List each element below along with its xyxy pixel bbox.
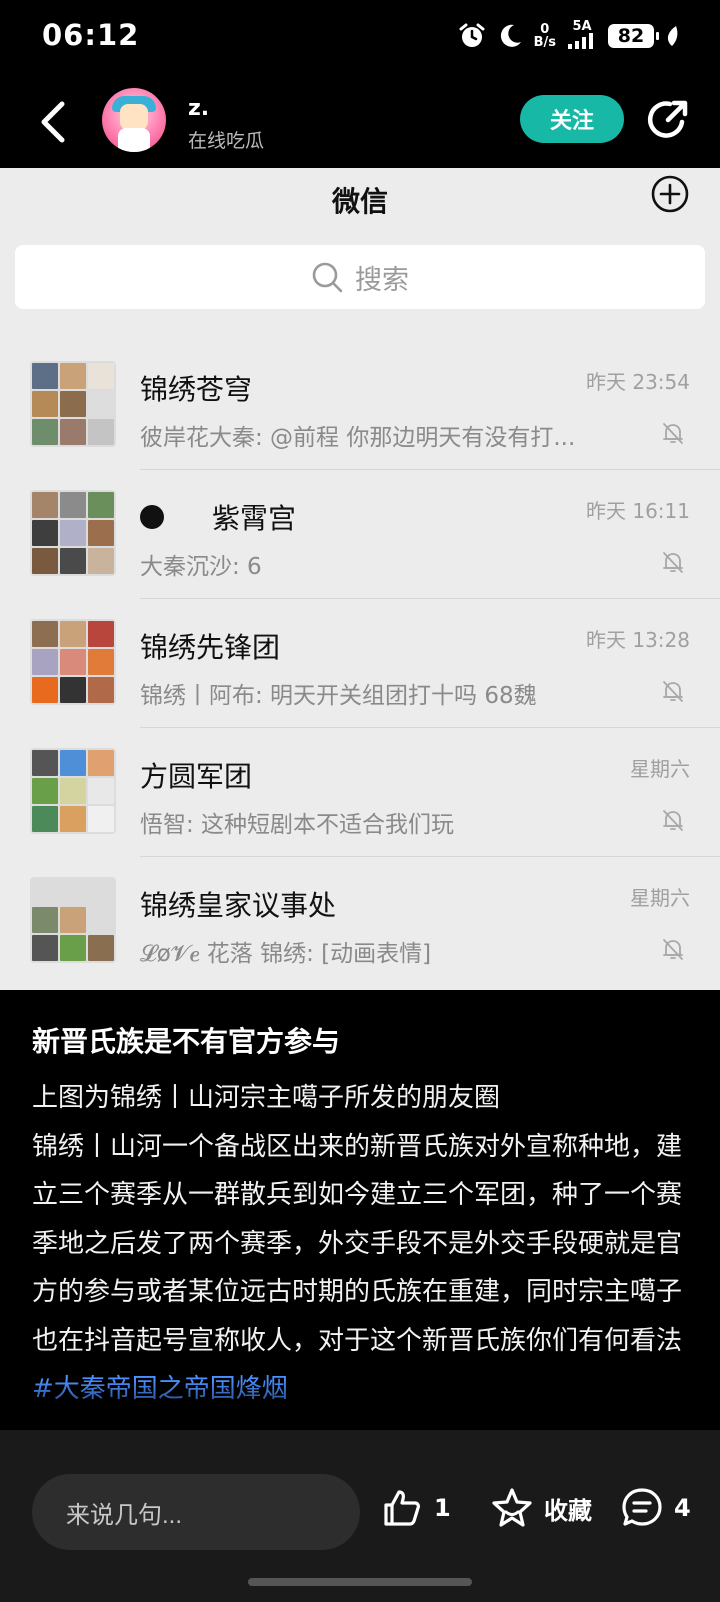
group-avatar — [30, 619, 116, 705]
chat-time: 昨天 13:28 — [586, 628, 690, 652]
post-header: z. 在线吃瓜 关注 — [0, 78, 720, 168]
moon-icon — [500, 24, 521, 47]
chat-row: 锦绣皇家议事处 𝓛ø𝓥𝒆 花落 锦绣: [动画表情] 星期六 — [0, 854, 720, 986]
chat-preview: 𝓛ø𝓥𝒆 花落 锦绣: [动画表情] — [140, 941, 432, 967]
chat-time: 昨天 23:54 — [586, 370, 690, 394]
chat-name: 锦绣皇家议事处 — [140, 884, 336, 924]
comment-count: 4 — [674, 1494, 691, 1522]
net-speed-unit: B/s — [533, 35, 556, 50]
post-title: 新晋氏族是不有官方参与 — [32, 1025, 341, 1058]
post-body: 新晋氏族是不有官方参与 上图为锦绣丨山河宗主噶子所发的朋友圈 锦绣丨山河一个备战… — [32, 1022, 692, 1414]
group-avatar — [30, 361, 116, 447]
chat-name: 锦绣苍穹 — [140, 368, 252, 408]
bell-off-icon — [663, 423, 683, 444]
bell-off-icon — [663, 810, 683, 831]
chat-time: 星期六 — [630, 757, 690, 781]
status-dot-icon — [140, 505, 164, 529]
net-speed: 0 B/s — [534, 23, 556, 49]
favorite-button[interactable]: 收藏 — [490, 1486, 592, 1530]
status-icons: 0 B/s 5A 82 — [458, 20, 680, 52]
alarm-icon — [459, 23, 485, 47]
follow-button[interactable]: 关注 — [520, 95, 624, 143]
status-time: 06:12 — [42, 18, 140, 52]
chat-row: 紫霄宫大秦沉沙: 6 昨天 16:11 — [0, 467, 720, 599]
thumbs-up-icon — [384, 1490, 420, 1526]
like-button[interactable]: 1 — [380, 1486, 451, 1530]
comment-input[interactable]: 来说几句... — [32, 1474, 360, 1550]
text-fade — [0, 1380, 720, 1430]
chat-row: 方圆军团悟智: 这种短剧本不适合我们玩 星期六 — [0, 725, 720, 857]
bell-off-icon — [663, 552, 683, 573]
wechat-search-bar: 搜索 — [15, 245, 705, 309]
bell-off-icon — [663, 939, 683, 960]
chat-preview: 锦绣丨阿布: 明天开关组团打十吗 68魏 — [140, 683, 537, 709]
post-text-content: 上图为锦绣丨山河宗主噶子所发的朋友圈 锦绣丨山河一个备战区出来的新晋氏族对外宣称… — [32, 1083, 683, 1356]
network-type: 5A — [566, 20, 598, 52]
chat-name-text: 紫霄宫 — [212, 502, 297, 535]
bottom-action-bar: 来说几句... 1 收藏 4 — [0, 1430, 720, 1602]
user-status: 在线吃瓜 — [188, 130, 265, 152]
user-name[interactable]: z. — [188, 96, 209, 121]
chat-name: 方圆军团 — [140, 755, 252, 795]
bell-off-icon — [663, 681, 683, 702]
search-placeholder: 搜索 — [355, 264, 409, 296]
battery-icon: 82 — [608, 24, 659, 48]
comment-icon — [622, 1488, 662, 1526]
chat-name: 锦绣先锋团 — [140, 626, 280, 666]
post-text: 上图为锦绣丨山河宗主噶子所发的朋友圈 锦绣丨山河一个备战区出来的新晋氏族对外宣称… — [32, 1074, 692, 1414]
wechat-title: 微信 — [331, 185, 388, 218]
chat-time: 星期六 — [630, 886, 690, 910]
chat-name-text: 方圆军团 — [140, 760, 253, 793]
group-avatar — [30, 877, 116, 963]
post-image[interactable]: 微信 搜索 锦绣苍穹彼岸花大秦: @前程 你那边明天有没有打... 昨天 23:5… — [0, 168, 720, 990]
chat-preview: 大秦沉沙: 6 — [140, 554, 262, 580]
search-icon — [312, 262, 343, 293]
like-count: 1 — [434, 1494, 451, 1522]
network-label: 5A — [572, 19, 592, 34]
home-indicator[interactable] — [248, 1578, 472, 1586]
chat-name-text: 锦绣苍穹 — [140, 373, 253, 406]
chevron-left-icon[interactable] — [38, 100, 68, 144]
chat-row: 锦绣先锋团锦绣丨阿布: 明天开关组团打十吗 68魏 昨天 13:28 — [0, 596, 720, 728]
chat-name: 紫霄宫 — [140, 497, 296, 537]
signal-icon — [568, 33, 593, 49]
chat-preview: 悟智: 这种短剧本不适合我们玩 — [140, 812, 455, 838]
group-avatar — [30, 490, 116, 576]
group-avatar — [30, 748, 116, 834]
chat-preview: 彼岸花大秦: @前程 你那边明天有没有打... — [140, 425, 576, 451]
status-bar: 06:12 0 B/s 5A 82 — [0, 0, 720, 72]
chat-row: 锦绣苍穹彼岸花大秦: @前程 你那边明天有没有打... 昨天 23:54 — [0, 338, 720, 470]
comment-button[interactable]: 4 — [620, 1486, 691, 1530]
chat-name-text: 锦绣皇家议事处 — [140, 889, 337, 922]
avatar[interactable] — [102, 88, 166, 152]
chat-time: 昨天 16:11 — [586, 499, 690, 523]
leaf-icon — [667, 26, 678, 46]
favorite-label: 收藏 — [544, 1496, 592, 1525]
star-icon — [492, 1488, 532, 1527]
chat-name-text: 锦绣先锋团 — [140, 631, 281, 664]
share-icon[interactable] — [646, 98, 690, 142]
plus-circle-icon — [651, 175, 689, 213]
